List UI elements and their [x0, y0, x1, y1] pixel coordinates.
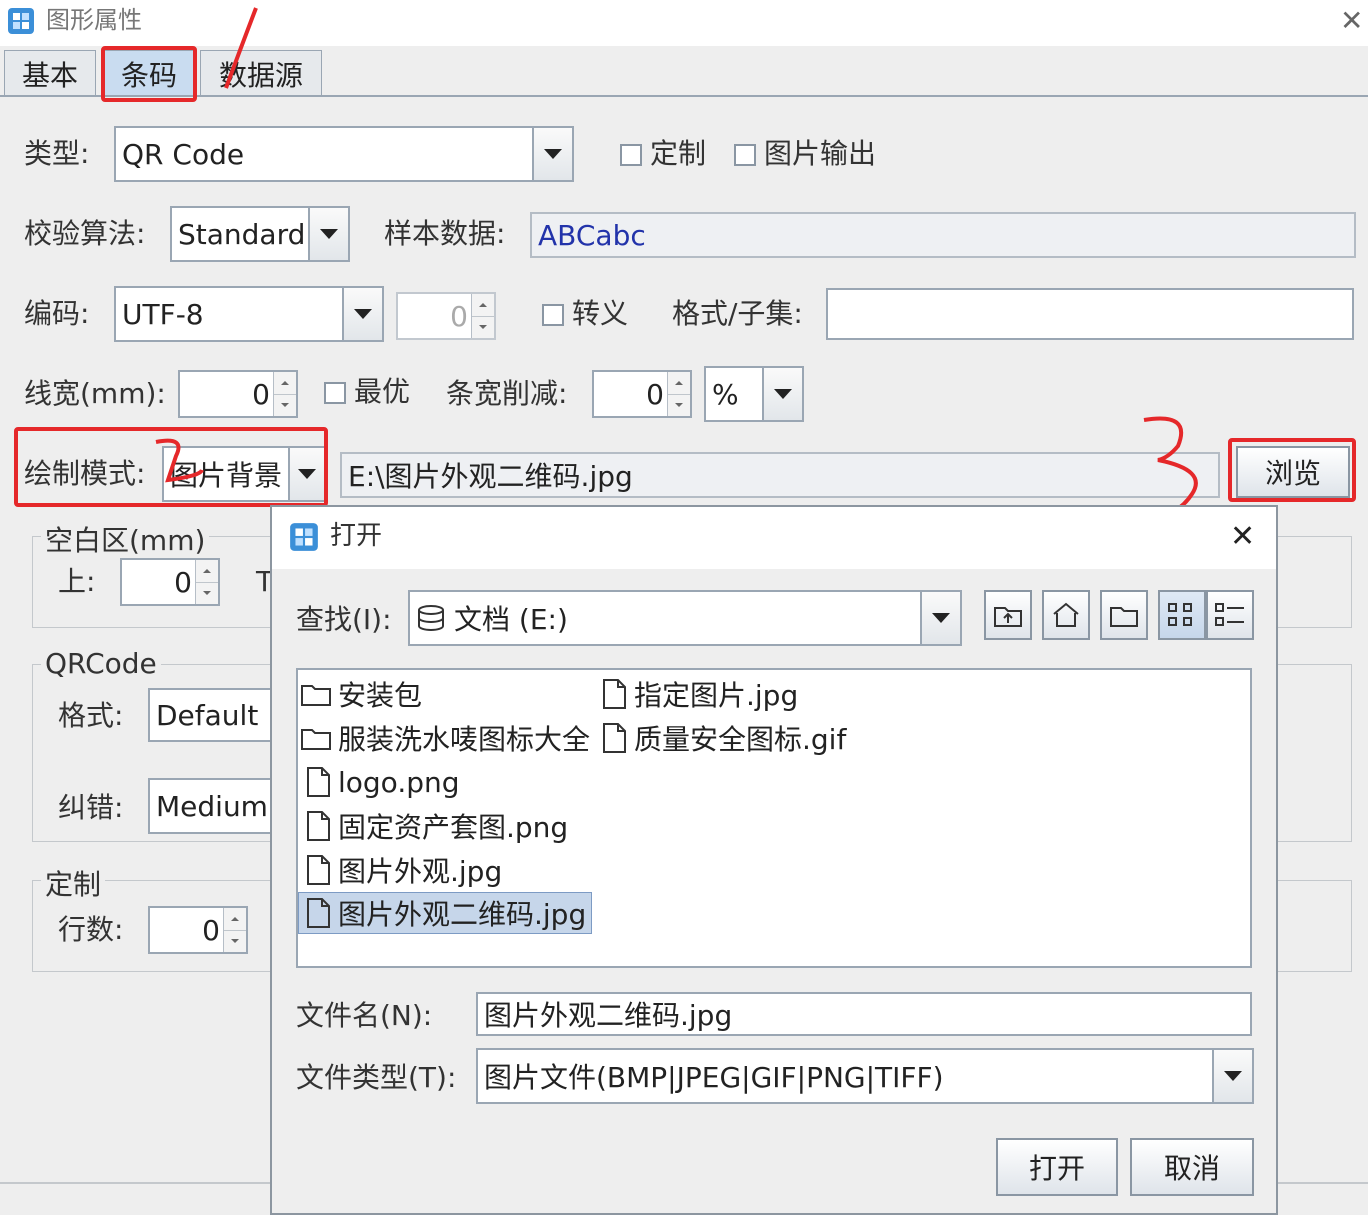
- filetype-label: 文件类型(T):: [296, 1061, 457, 1094]
- top-margin-label: 上:: [58, 565, 96, 598]
- list-item[interactable]: 指定图片.jpg: [600, 674, 798, 714]
- file-icon: [307, 767, 330, 797]
- list-item-selected[interactable]: 图片外观二维码.jpg: [298, 892, 592, 934]
- filename-input[interactable]: 图片外观二维码.jpg: [476, 992, 1252, 1036]
- spinner-up-icon[interactable]: [196, 560, 218, 583]
- folder-icon: [301, 729, 331, 750]
- spinner-up-icon[interactable]: [224, 908, 246, 931]
- open-button-label: 打开: [1028, 1152, 1085, 1185]
- list-item[interactable]: logo.png: [304, 762, 460, 802]
- dialog-title-bar: 打开 ✕: [272, 507, 1276, 569]
- chevron-down-icon[interactable]: [920, 592, 960, 644]
- file-icon: [307, 855, 330, 885]
- top-margin-value: 0: [174, 565, 192, 599]
- top-margin-spinner[interactable]: 0: [120, 558, 220, 606]
- qrcode-group-title: QRCode: [41, 647, 161, 680]
- up-folder-icon[interactable]: [984, 590, 1032, 640]
- filetype-value: 图片文件(BMP|JPEG|GIF|PNG|TIFF): [484, 1061, 944, 1094]
- spinner-down-icon[interactable]: [196, 582, 218, 604]
- qr-ecc-label: 纠错:: [58, 791, 124, 824]
- qr-ecc-value: Medium: [156, 789, 268, 823]
- custom-group-title: 定制: [41, 863, 106, 903]
- lookin-combo[interactable]: 文档 (E:): [408, 590, 962, 646]
- filetype-combo[interactable]: 图片文件(BMP|JPEG|GIF|PNG|TIFF): [476, 1048, 1254, 1104]
- rows-spinner[interactable]: 0: [148, 906, 248, 954]
- list-item-label: 服装洗水唛图标大全: [338, 723, 591, 756]
- rows-value: 0: [202, 913, 220, 947]
- list-item-label: 图片外观.jpg: [338, 855, 503, 888]
- list-item-label: 固定资产套图.png: [338, 811, 569, 844]
- rows-label: 行数:: [58, 913, 124, 946]
- list-item[interactable]: 质量安全图标.gif: [600, 718, 846, 758]
- cancel-button-label: 取消: [1163, 1152, 1220, 1185]
- list-item[interactable]: 服装洗水唛图标大全: [300, 718, 590, 758]
- cancel-button[interactable]: 取消: [1130, 1138, 1254, 1196]
- list-item[interactable]: 图片外观.jpg: [304, 850, 502, 890]
- filename-value: 图片外观二维码.jpg: [484, 999, 733, 1032]
- list-item[interactable]: 安装包: [300, 674, 422, 714]
- lookin-value: 文档 (E:): [454, 603, 568, 636]
- app-icon: [290, 523, 318, 551]
- spinner-down-icon[interactable]: [224, 930, 246, 952]
- list-item[interactable]: 固定资产套图.png: [304, 806, 568, 846]
- qr-format-value: Default: [156, 698, 259, 732]
- open-button[interactable]: 打开: [996, 1138, 1118, 1196]
- lookin-label: 查找(I):: [296, 603, 392, 636]
- list-item-label: 质量安全图标.gif: [634, 723, 847, 756]
- qr-format-label: 格式:: [58, 699, 124, 732]
- drive-icon: [418, 605, 444, 631]
- list-item-label: 安装包: [338, 679, 423, 712]
- file-icon: [603, 723, 626, 753]
- filename-label: 文件名(N):: [296, 999, 433, 1032]
- dialog-title: 打开: [330, 521, 383, 551]
- folder-icon: [301, 685, 331, 706]
- list-item-label: 指定图片.jpg: [634, 679, 799, 712]
- close-icon[interactable]: ✕: [1230, 519, 1255, 554]
- qr-format-combo[interactable]: Default: [148, 688, 288, 742]
- file-icon: [307, 898, 330, 928]
- annotation-marks: [155, 7, 1198, 516]
- home-icon[interactable]: [1042, 590, 1090, 640]
- qr-ecc-combo[interactable]: Medium: [148, 778, 288, 834]
- file-icon: [307, 811, 330, 841]
- list-view-icon[interactable]: [1158, 590, 1206, 640]
- file-icon: [603, 679, 626, 709]
- details-view-icon[interactable]: [1206, 590, 1254, 640]
- list-item-label: logo.png: [338, 765, 460, 799]
- chevron-down-icon[interactable]: [1212, 1050, 1252, 1102]
- list-item-label: 图片外观二维码.jpg: [338, 898, 587, 931]
- new-folder-icon[interactable]: [1100, 590, 1148, 640]
